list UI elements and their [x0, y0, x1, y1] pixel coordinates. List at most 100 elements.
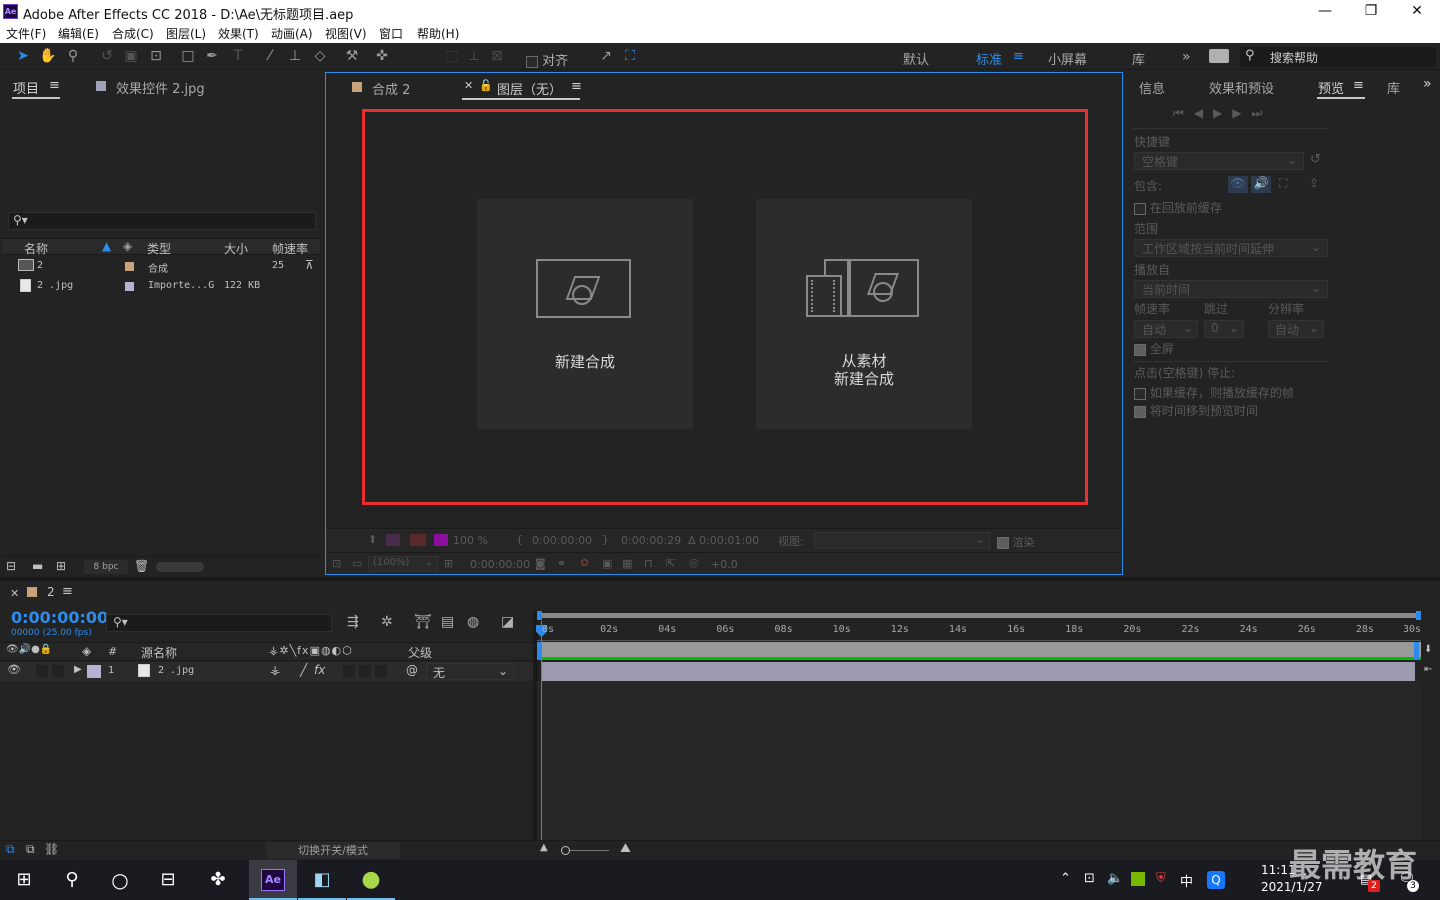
menu-edit[interactable]: 编辑(E)	[58, 25, 99, 42]
brush-tool-icon[interactable]: ⁄	[260, 47, 280, 65]
type-tool-icon[interactable]: T	[228, 47, 248, 65]
fullscreen-checkbox[interactable]: 全屏	[1134, 340, 1174, 357]
pen-tool-icon[interactable]: ✒	[202, 47, 222, 65]
selection-tool-icon[interactable]: ➤	[13, 47, 33, 65]
project-search-input[interactable]: ⚲▾	[8, 212, 316, 230]
color-icon[interactable]	[410, 534, 426, 546]
3d-view-icon[interactable]: ⊓	[644, 557, 653, 570]
view-dropdown[interactable]: ⌄	[814, 532, 990, 549]
fps-dropdown[interactable]: 自动 ⌄	[1134, 320, 1198, 338]
trash-icon[interactable]: 🗑	[134, 559, 149, 573]
work-area-end-handle[interactable]	[1416, 611, 1421, 620]
new-composition-icon[interactable]: ⊞	[56, 559, 66, 573]
flowchart-icon[interactable]: ⊼	[305, 258, 314, 272]
zoom-level[interactable]: 100 %	[453, 534, 488, 547]
show-snapshot-icon[interactable]: ⚭	[557, 557, 566, 570]
draft-3d-icon[interactable]: ✲	[381, 614, 393, 630]
current-time-display[interactable]: 0:00:00:00	[11, 608, 108, 627]
eraser-tool-icon[interactable]: ◇	[310, 47, 330, 65]
col-size[interactable]: 大小	[224, 240, 248, 257]
first-frame-icon[interactable]: ⏮	[1173, 106, 1194, 120]
play-icon[interactable]: ▶	[1213, 106, 1232, 120]
task-view-icon[interactable]: ⊟	[144, 860, 192, 900]
parent-dropdown[interactable]: 无 ⌄	[426, 663, 514, 680]
new-composition-card[interactable]: 新建合成	[477, 199, 693, 429]
clone-stamp-tool-icon[interactable]: ⊥	[285, 47, 305, 65]
project-row[interactable]: 2 .jpg Importe...G 122 KB	[2, 277, 320, 295]
zoom-in-icon[interactable]: ⛰	[620, 841, 631, 856]
project-menu-icon[interactable]: ≡	[49, 78, 60, 93]
col-type[interactable]: 类型	[147, 240, 171, 257]
menu-effect[interactable]: 效果(T)	[218, 25, 259, 42]
last-frame-icon[interactable]: ⏭	[1252, 106, 1273, 120]
zoom-tool-icon[interactable]: ⚲	[63, 47, 83, 65]
restore-icon[interactable]: ❐	[1348, 0, 1394, 23]
graph-editor-icon[interactable]: ◪	[501, 614, 514, 630]
menu-window[interactable]: 窗口	[379, 25, 403, 42]
in-out-toggle-icon[interactable]: ⛓	[44, 842, 59, 856]
layer-label-color[interactable]	[87, 665, 101, 678]
tab-layer[interactable]: 图层（无）	[497, 79, 562, 98]
current-timecode[interactable]: 0:00:00:00	[470, 558, 530, 571]
tab-composition[interactable]: 合成 2	[372, 79, 410, 98]
layer-duration-bar[interactable]	[541, 662, 1415, 681]
label-tag-icon[interactable]: ◈	[123, 239, 132, 253]
in-point-icon[interactable]: {	[516, 533, 523, 546]
label-column-icon[interactable]: ◈	[82, 644, 91, 658]
timeline-search-input[interactable]: ⚲▾	[106, 614, 332, 632]
include-audio-icon[interactable]: 🔊	[1251, 176, 1271, 193]
move-time-checkbox[interactable]: 将时间移到预览时间	[1134, 402, 1258, 419]
channel-icon[interactable]: ✿	[580, 556, 589, 569]
prev-frame-icon[interactable]: ◀	[1194, 106, 1213, 120]
menu-view[interactable]: 视图(V)	[325, 25, 367, 42]
timeline-menu-icon[interactable]: ≡	[62, 584, 73, 599]
search-icon[interactable]: ⚲	[48, 860, 96, 900]
tab-project[interactable]: 项目	[13, 78, 39, 97]
next-frame-icon[interactable]: ▶	[1232, 106, 1251, 120]
tab-preview[interactable]: 预览	[1318, 78, 1344, 97]
hand-tool-icon[interactable]: ✋	[38, 47, 58, 65]
more-panels-icon[interactable]: »	[1423, 76, 1432, 92]
local-axis-icon[interactable]: ⬚	[442, 47, 462, 65]
interpret-footage-icon[interactable]: ⊟	[6, 559, 16, 573]
layer-name[interactable]: 2 .jpg	[158, 665, 194, 676]
range-dropdown[interactable]: 工作区域按当前时间延伸 ⌄	[1134, 239, 1328, 257]
color-icon[interactable]	[386, 534, 400, 546]
parent-column[interactable]: 父级	[408, 644, 432, 661]
shy-switch-icon[interactable]: ⚶	[270, 663, 280, 677]
close-icon[interactable]: ✕	[1394, 0, 1440, 23]
view-axis-icon[interactable]: ⊠	[487, 47, 507, 65]
workspace-default[interactable]: 默认	[903, 49, 929, 68]
after-effects-taskbar-icon[interactable]: Ae	[249, 860, 297, 900]
viewer-menu-icon[interactable]: ≡	[571, 79, 582, 94]
zoom-slider-knob[interactable]	[561, 846, 570, 855]
in-point-timecode[interactable]: 0:00:00:00	[532, 534, 592, 547]
roi-icon[interactable]: ▣	[602, 557, 612, 570]
preview-menu-icon[interactable]: ≡	[1353, 78, 1364, 93]
av-features-icon[interactable]: 👁🔊●🔒	[6, 644, 52, 655]
transparency-grid-icon[interactable]: ▦	[622, 557, 632, 570]
render-checkbox[interactable]: 渲染	[997, 534, 1035, 550]
editor-app-icon[interactable]: ◧	[298, 860, 346, 900]
col-name[interactable]: 名称	[24, 240, 48, 257]
zoom-out-icon[interactable]: ▲	[540, 842, 548, 853]
source-name-column[interactable]: 源名称	[141, 644, 177, 661]
reset-icon[interactable]: ↺	[1310, 152, 1321, 167]
pick-whip-icon[interactable]: @	[406, 663, 418, 677]
qq-icon[interactable]: Q	[1207, 871, 1225, 889]
workspace-small-screen[interactable]: 小屏幕	[1048, 49, 1087, 68]
layer-row[interactable]: 👁 ▶ 1 2 .jpg ⚶ ╱ fx @ 无 ⌄	[0, 662, 533, 681]
reset-exposure-icon[interactable]: ◎	[689, 556, 699, 569]
sort-asc-icon[interactable]: ▲	[102, 239, 111, 253]
color-icon[interactable]	[434, 534, 448, 546]
always-preview-icon[interactable]: ⬆	[368, 533, 377, 546]
tab-library[interactable]: 库	[1387, 78, 1400, 97]
snapshot-icon[interactable]: ◙	[535, 557, 546, 570]
minimize-icon[interactable]: —	[1302, 0, 1348, 23]
windows-start-icon[interactable]: ⊞	[0, 860, 48, 900]
shy-icon[interactable]: ⛩	[414, 614, 432, 630]
camera-tool-icon[interactable]: ▣	[121, 47, 141, 65]
close-timeline-icon[interactable]: ✕	[10, 587, 19, 600]
layer-end-marker-icon[interactable]: ⇤	[1424, 664, 1432, 675]
lock-icon[interactable]: 🔓	[479, 79, 493, 92]
